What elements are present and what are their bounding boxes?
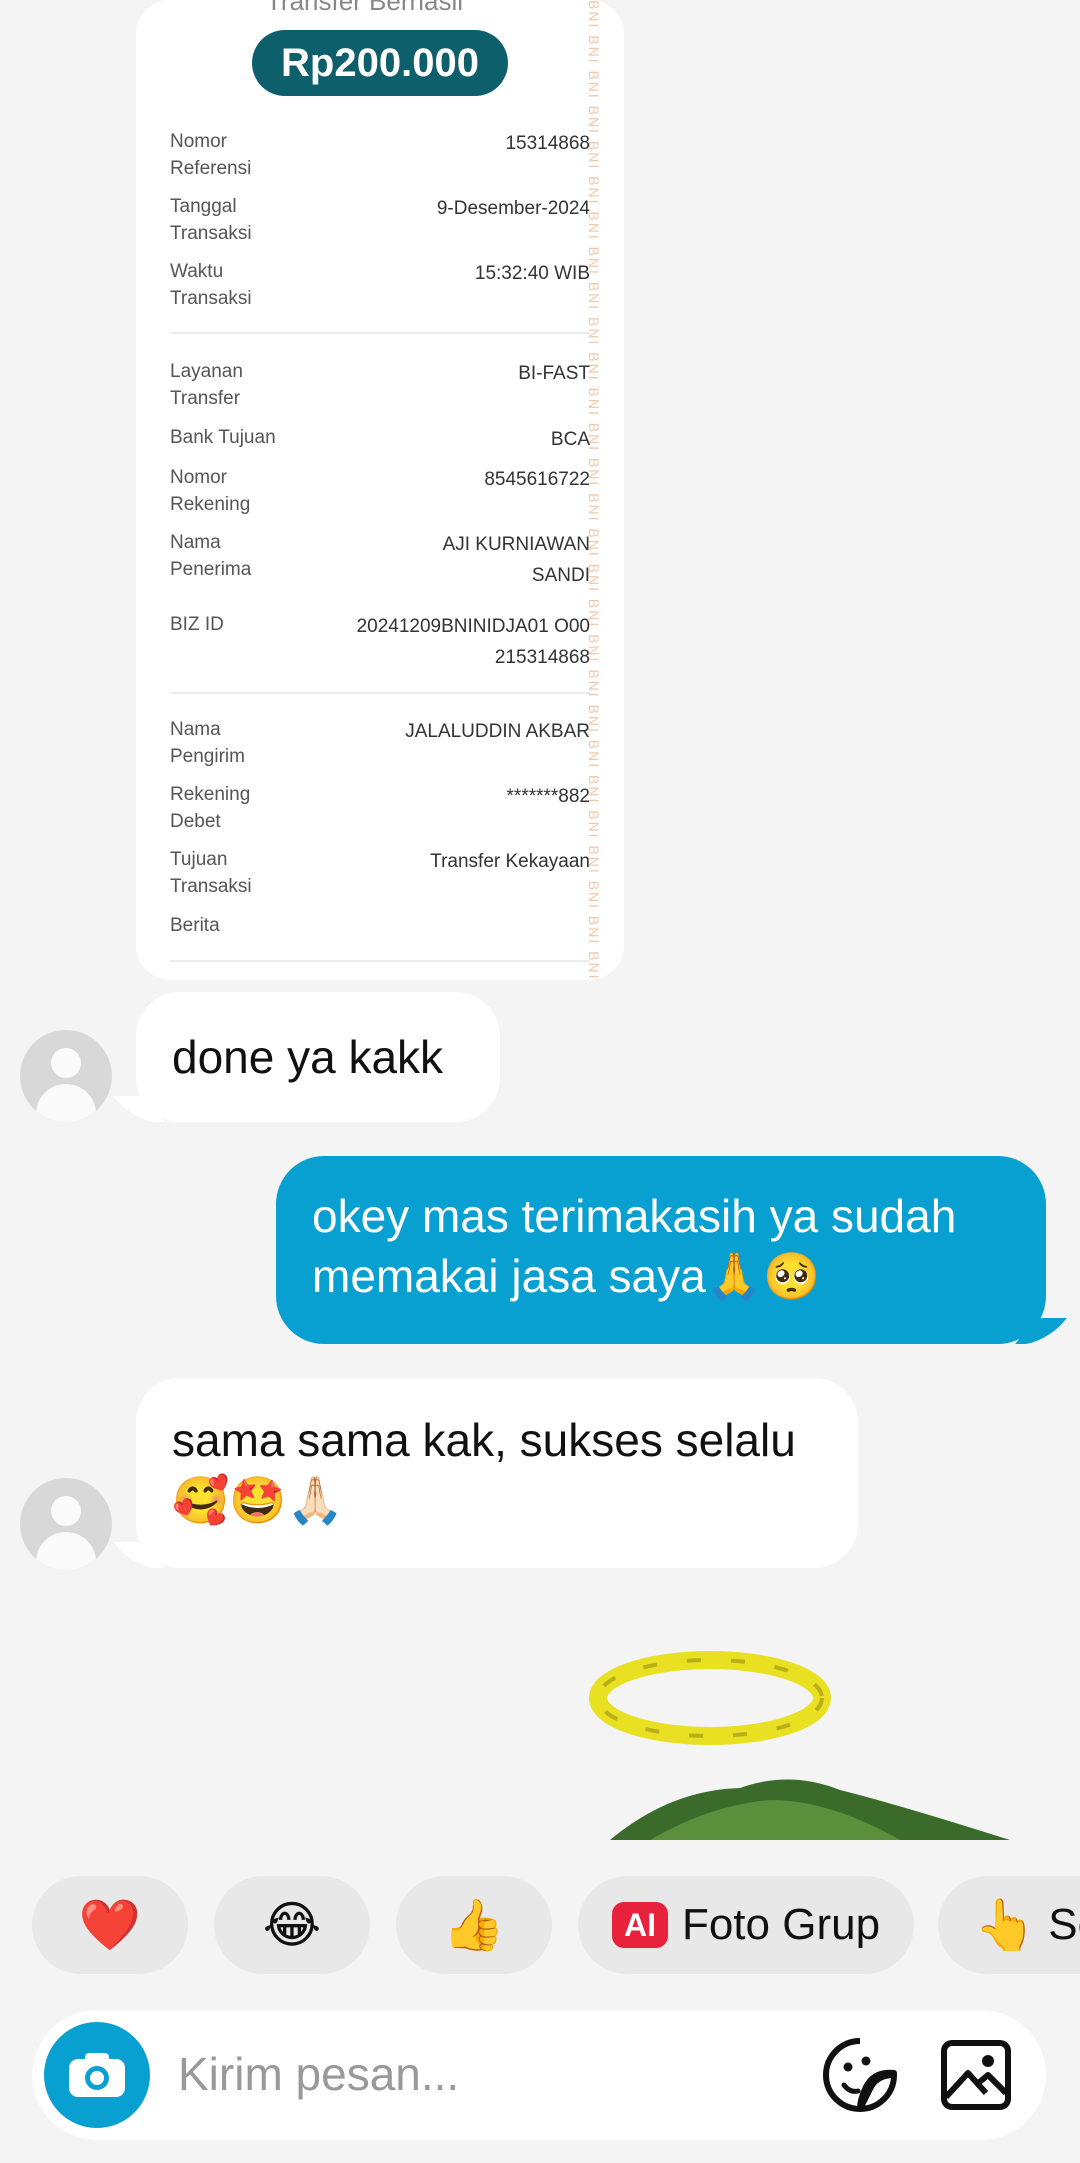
receipt-row-label: Layanan Transfer bbox=[170, 361, 243, 409]
pointing-hand-icon: 👆 bbox=[974, 1897, 1037, 1953]
receipt-row-value: BCA bbox=[550, 429, 590, 450]
message-input[interactable]: Kirim pesan... bbox=[178, 2042, 459, 2106]
quick-reaction-laugh[interactable]: 😂 bbox=[214, 1876, 370, 1974]
sticker-halo-graphic bbox=[589, 1651, 1010, 1840]
quick-reaction-thumbs-up[interactable]: 👍 bbox=[396, 1876, 552, 1974]
receipt-row-label: Tujuan Transaksi bbox=[170, 849, 252, 897]
receipt-divider bbox=[170, 332, 590, 334]
quick-reply-bar: ❤️ 😂 👍 AI Foto Grup 👆 Se bbox=[32, 1876, 1080, 1974]
message-bubble-incoming[interactable]: sama sama kak, sukses selalu 🥰🤩🙏🏻 bbox=[136, 1378, 858, 1568]
message-text: sama sama kak, sukses selalu 🥰🤩🙏🏻 bbox=[172, 1414, 796, 1526]
camera-icon bbox=[69, 2053, 125, 2097]
receipt-partial-header: Transfer Berhasil bbox=[266, 0, 463, 16]
receipt-row-value: AJI KURNIAWAN SANDI bbox=[442, 534, 590, 586]
heart-icon: ❤️ bbox=[78, 1897, 142, 1953]
receipt-divider bbox=[170, 692, 590, 694]
receipt-row-label: Rekening Debet bbox=[170, 784, 251, 832]
receipt-row-value: 8545616722 bbox=[484, 469, 590, 490]
receipt-row-value: BI-FAST bbox=[518, 363, 590, 384]
receipt-row-value: 15314868 bbox=[505, 133, 590, 154]
receipt-row-value: 9-Desember-2024 bbox=[436, 198, 590, 219]
ai-group-photo-button[interactable]: AI Foto Grup bbox=[578, 1876, 914, 1974]
avatar-body-shape bbox=[36, 1084, 96, 1122]
receipt-row-label: Nama Pengirim bbox=[170, 719, 245, 767]
ai-badge-icon: AI bbox=[611, 1902, 668, 1948]
contact-avatar[interactable] bbox=[20, 1030, 112, 1122]
gallery-button[interactable] bbox=[936, 2035, 1016, 2115]
receipt-row-value: *******882 bbox=[506, 786, 590, 807]
receipt-row-label: Berita bbox=[170, 915, 220, 936]
receipt-row-value: JALALUDDIN AKBAR bbox=[405, 721, 590, 742]
sticker-image[interactable] bbox=[540, 1640, 1040, 1840]
avatar-body-shape bbox=[36, 1532, 96, 1570]
laughing-face-icon: 😂 bbox=[262, 1897, 322, 1953]
thumbs-up-icon: 👍 bbox=[442, 1897, 506, 1953]
receipt-row-label: Tanggal Transaksi bbox=[170, 196, 252, 244]
receipt-row-label: Nama Penerima bbox=[170, 532, 252, 580]
receipt-row-label: Nomor Referensi bbox=[170, 131, 252, 179]
receipt-divider bbox=[170, 960, 590, 962]
contact-avatar[interactable] bbox=[20, 1478, 112, 1570]
gallery-icon bbox=[941, 2040, 1011, 2110]
receipt-amount: Rp200.000 bbox=[252, 30, 508, 96]
camera-button[interactable] bbox=[44, 2022, 150, 2128]
message-text: done ya kakk bbox=[172, 1031, 444, 1083]
message-bubble-incoming[interactable]: done ya kakk bbox=[136, 992, 500, 1122]
avatar-head-shape bbox=[51, 1048, 81, 1078]
transfer-receipt-image[interactable]: Transfer Berhasil Rp200.000 BNI BNI BNI … bbox=[136, 0, 624, 980]
ai-group-photo-label: Foto Grup bbox=[681, 1900, 881, 1949]
receipt-row-label: Waktu Transaksi bbox=[170, 261, 252, 309]
quick-reply-partial[interactable]: 👆 Se bbox=[938, 1876, 1080, 1974]
quick-reaction-heart[interactable]: ❤️ bbox=[32, 1876, 188, 1974]
sticker-icon bbox=[823, 2038, 897, 2112]
message-text: okey mas terimakasih ya sudah memakai ja… bbox=[312, 1190, 957, 1302]
avatar-head-shape bbox=[51, 1496, 81, 1526]
sticker-button[interactable] bbox=[820, 2035, 900, 2115]
receipt-row-label: Nomor Rekening bbox=[170, 467, 251, 515]
message-bubble-outgoing[interactable]: okey mas terimakasih ya sudah memakai ja… bbox=[276, 1156, 1046, 1344]
quick-reply-partial-label: Se bbox=[1048, 1900, 1080, 1949]
receipt-row-value: 20241209BNINIDJA01 O00215314868 bbox=[356, 616, 590, 668]
receipt-row-label: BIZ ID bbox=[170, 614, 224, 635]
receipt-row-label: Bank Tujuan bbox=[170, 427, 276, 448]
receipt-row-value: Transfer Kekayaan bbox=[430, 851, 590, 872]
message-composer: Kirim pesan... bbox=[32, 2010, 1046, 2140]
receipt-row-value: 15:32:40 WIB bbox=[474, 263, 590, 284]
